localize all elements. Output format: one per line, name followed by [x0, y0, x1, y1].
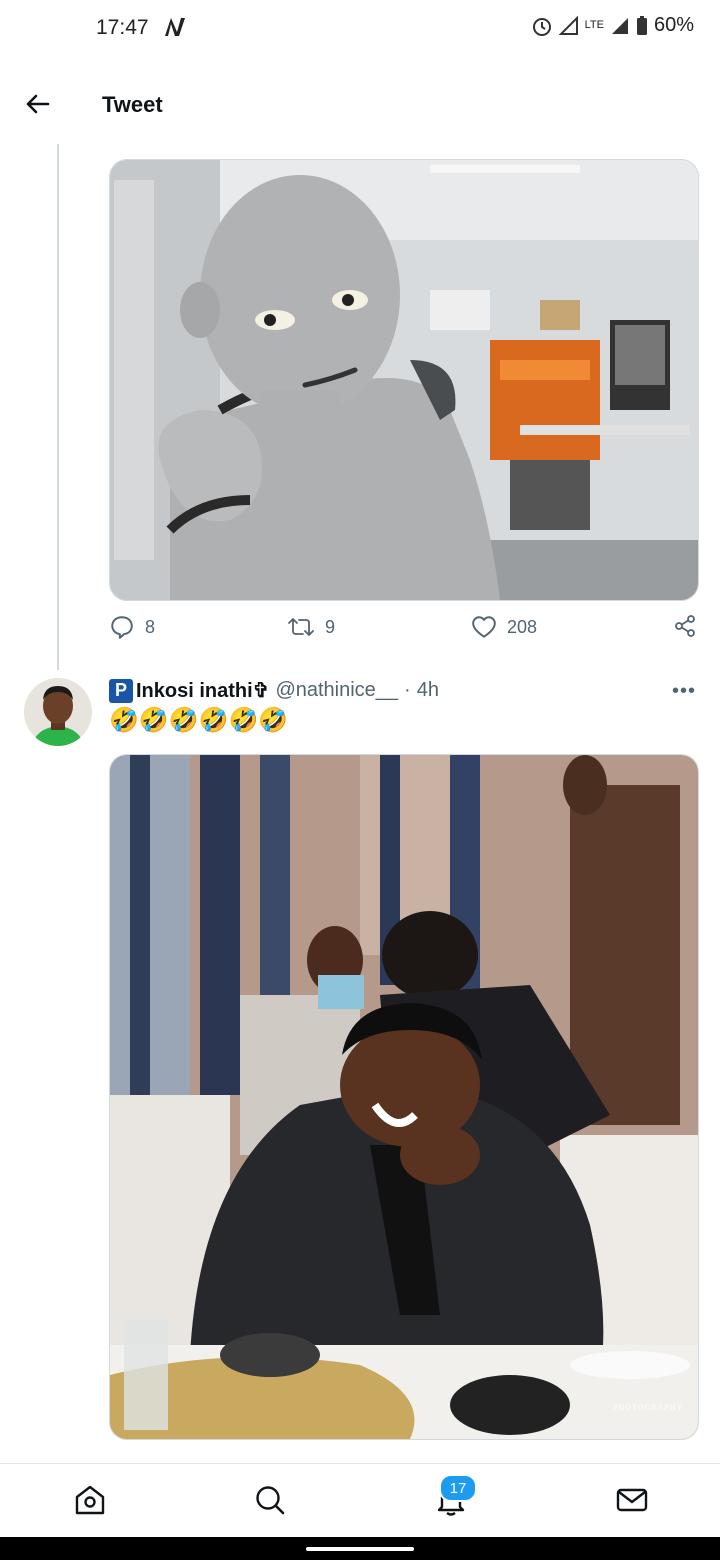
alarm-icon — [532, 17, 551, 36]
battery-icon — [636, 15, 647, 35]
heart-icon — [472, 616, 496, 638]
retweet-count: 9 — [325, 616, 336, 637]
reply-count: 8 — [145, 616, 156, 637]
more-options-icon[interactable]: ••• — [672, 680, 696, 703]
tweet-image-laughing[interactable]: PHOTOGRAPHY — [109, 754, 699, 1440]
parking-badge-icon: P — [109, 678, 133, 703]
search-icon[interactable] — [252, 1482, 288, 1518]
profile-photo — [24, 678, 92, 746]
home-gesture-handle[interactable] — [306, 1547, 414, 1551]
status-icons: LTE 60% — [531, 14, 694, 37]
status-bar: 17:47 LTE 60% — [0, 0, 720, 60]
tweet-image-robot[interactable] — [109, 159, 699, 601]
tweet-actions: 8 9 208 — [109, 614, 699, 648]
network-type: LTE — [584, 19, 604, 31]
tweet-text: 🤣🤣🤣🤣🤣🤣 — [109, 707, 289, 734]
display-name[interactable]: Inkosi inathi✞ — [136, 678, 269, 703]
photo-watermark: PHOTOGRAPHY — [613, 1403, 684, 1412]
avatar[interactable] — [24, 678, 92, 746]
share-icon — [675, 615, 695, 637]
retweet-icon — [288, 618, 314, 636]
thread-line — [57, 144, 59, 670]
tweet-header: P Inkosi inathi✞ @nathinice__ · 4h — [109, 678, 439, 703]
separator: · — [404, 679, 411, 701]
laughing-man-photo — [110, 755, 698, 1439]
signal-icon-2 — [611, 17, 628, 34]
share-button[interactable] — [673, 614, 697, 638]
like-count: 208 — [507, 616, 538, 637]
reply-button[interactable]: 8 — [109, 614, 155, 640]
back-arrow-icon[interactable] — [20, 86, 56, 122]
notifications-badge: 17 — [439, 1474, 477, 1502]
battery-level: 60% — [653, 14, 694, 36]
signal-icon — [558, 15, 578, 35]
tweet-time[interactable]: 4h — [417, 679, 439, 702]
robot-child-photo — [110, 160, 698, 600]
like-button[interactable]: 208 — [471, 614, 537, 640]
messages-icon[interactable] — [614, 1482, 650, 1518]
reply-icon — [111, 616, 133, 639]
page-title: Tweet — [102, 92, 163, 117]
retweet-button[interactable]: 9 — [287, 614, 335, 640]
user-handle[interactable]: @nathinice__ — [275, 679, 398, 702]
top-bar: Tweet — [0, 70, 720, 142]
bottom-nav — [0, 1463, 720, 1538]
n-logo-icon — [165, 18, 185, 36]
status-time: 17:47 — [96, 16, 149, 39]
home-icon[interactable] — [72, 1482, 108, 1518]
